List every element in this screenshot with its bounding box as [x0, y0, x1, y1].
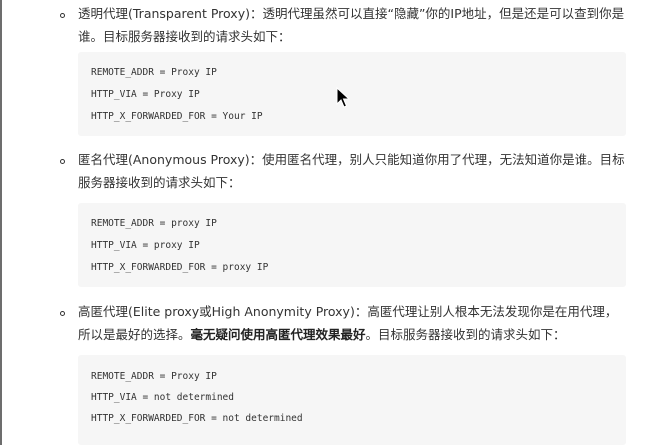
code-line: HTTP_VIA = proxy IP — [91, 240, 200, 251]
code-line: HTTP_X_FORWARDED_FOR = proxy IP — [91, 262, 269, 273]
mouse-pointer-icon — [336, 87, 350, 108]
bullet-icon — [60, 159, 65, 164]
code-line: HTTP_VIA = not determined — [91, 392, 234, 403]
code-line: HTTP_X_FORWARDED_FOR = not determined — [91, 413, 303, 424]
code-line: REMOTE_ADDR = Proxy IP — [91, 371, 217, 382]
item-description: 匿名代理(Anonymous Proxy)：使用匿名代理，别人只能知道你用了代理… — [78, 152, 625, 190]
window-left-edge — [0, 0, 2, 445]
code-line: HTTP_VIA = Proxy IP — [91, 89, 200, 100]
bullet-icon — [60, 311, 65, 316]
code-block: REMOTE_ADDR = Proxy IP HTTP_VIA = Proxy … — [78, 52, 626, 136]
code-block: REMOTE_ADDR = proxy IP HTTP_VIA = proxy … — [78, 203, 626, 287]
item-description: 透明代理(Transparent Proxy)：透明代理虽然可以直接“隐藏”你的… — [78, 6, 625, 44]
bullet-icon — [60, 13, 65, 18]
code-line: REMOTE_ADDR = proxy IP — [91, 218, 217, 229]
code-line: REMOTE_ADDR = Proxy IP — [91, 67, 217, 78]
item-description-end: 。目标服务器接收到的请求头如下： — [365, 327, 566, 342]
code-line: HTTP_X_FORWARDED_FOR = Your IP — [91, 111, 263, 122]
item-description: 高匿代理(Elite proxy或High Anonymity Proxy)：高… — [78, 300, 626, 346]
code-block: REMOTE_ADDR = Proxy IP HTTP_VIA = not de… — [78, 355, 626, 445]
item-description-bold: 毫无疑问使用高匿代理效果最好 — [190, 327, 366, 342]
